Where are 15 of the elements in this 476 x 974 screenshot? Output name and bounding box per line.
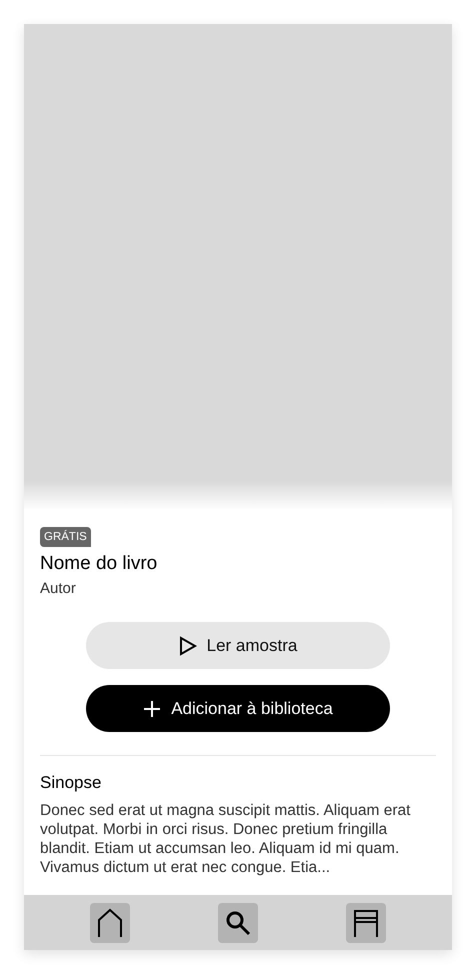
play-icon bbox=[178, 636, 197, 656]
plus-icon bbox=[143, 700, 162, 718]
search-nav-button[interactable] bbox=[218, 902, 258, 942]
read-sample-button[interactable]: Ler amostra bbox=[86, 622, 390, 669]
library-nav-button[interactable] bbox=[346, 902, 386, 942]
search-icon bbox=[225, 910, 251, 936]
book-title: Nome do livro bbox=[40, 553, 158, 575]
book-author: Autor bbox=[40, 580, 77, 597]
free-badge: GRÁTIS bbox=[40, 527, 91, 547]
synopsis-text: Donec sed erat ut magna suscipit mattis. Aliquam erat volutpat. Morbi in orci risus. Donec pretium fringilla blandit. Etiam ut accumsan leo. Aliquam id mi quam. Vivamus dictum ut erat nec congue. Etia... bbox=[40, 801, 412, 877]
home-icon bbox=[97, 908, 123, 938]
library-icon bbox=[353, 908, 379, 936]
home-nav-button[interactable] bbox=[90, 902, 130, 942]
add-to-library-button[interactable]: Adicionar à biblioteca bbox=[86, 685, 390, 732]
synopsis-heading: Sinopse bbox=[40, 773, 102, 793]
